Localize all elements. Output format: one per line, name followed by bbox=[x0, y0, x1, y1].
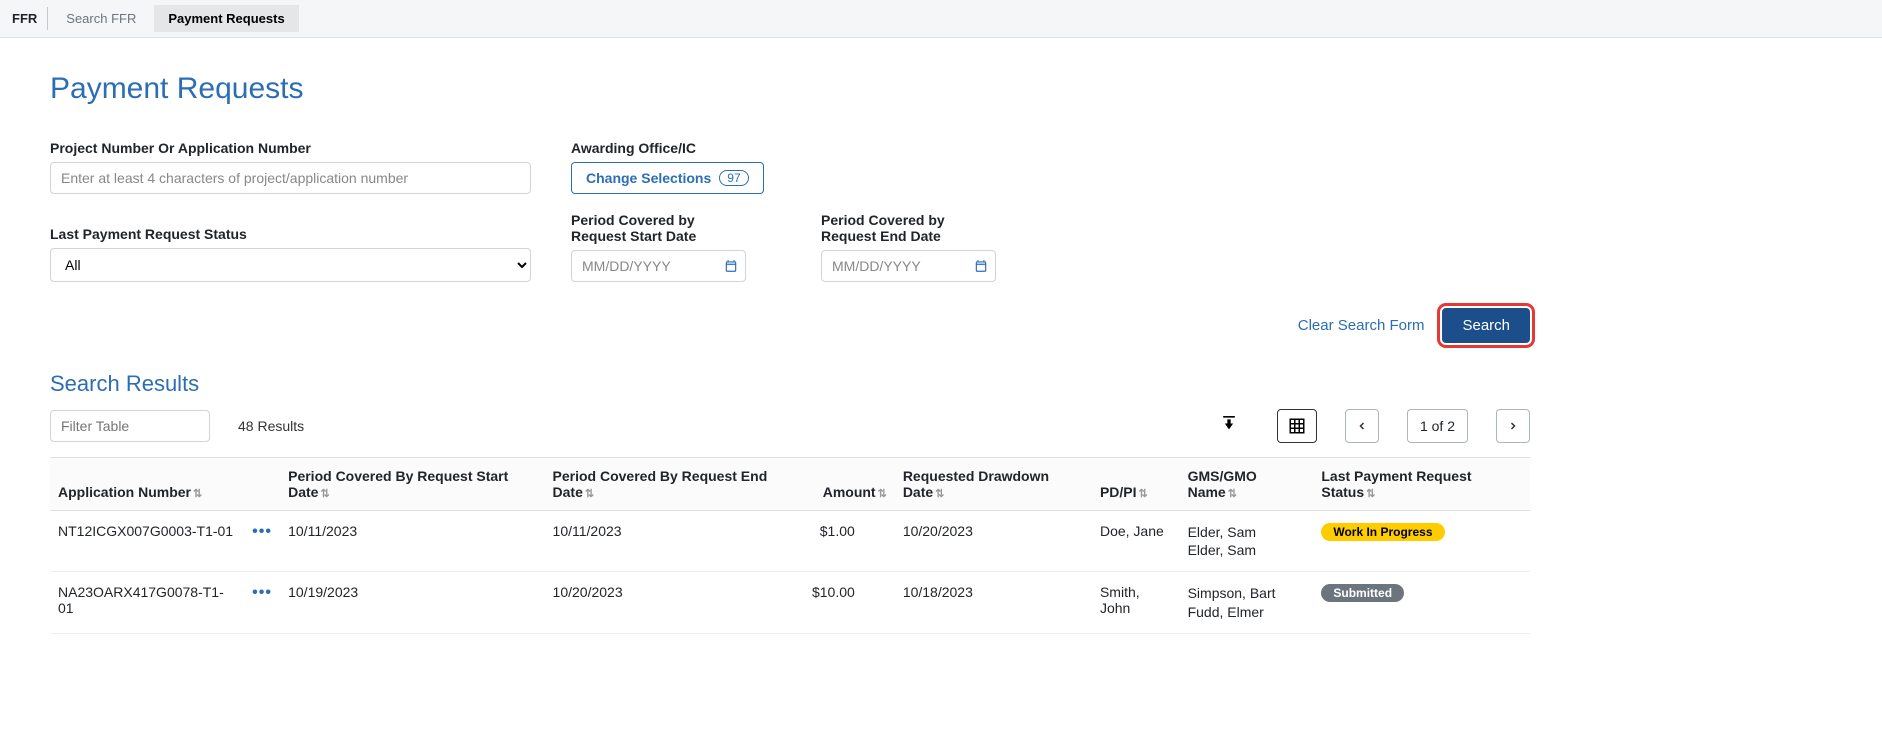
status-badge: Submitted bbox=[1321, 584, 1404, 602]
cell-pdpi: Doe, Jane bbox=[1092, 511, 1180, 572]
table-row: NA23OARX417G0078-T1-01 ••• 10/19/202310/20… bbox=[50, 572, 1530, 633]
chevron-left-icon bbox=[1356, 420, 1368, 432]
prev-page-button[interactable] bbox=[1345, 409, 1379, 443]
col-gms[interactable]: GMS/GMO Name⇅ bbox=[1180, 458, 1314, 511]
grid-icon bbox=[1288, 417, 1306, 435]
sort-icon: ⇅ bbox=[585, 488, 594, 500]
results-table: Application Number⇅ Period Covered By Re… bbox=[50, 457, 1530, 634]
cell-gms: Simpson, BartFudd, Elmer bbox=[1180, 572, 1314, 633]
start-date-label: Period Covered by Request Start Date bbox=[571, 212, 746, 244]
page-title: Payment Requests bbox=[50, 72, 1530, 106]
results-heading: Search Results bbox=[50, 371, 1530, 397]
cell-app-number: NT12ICGX007G0003-T1-01 bbox=[50, 511, 244, 572]
row-actions-button[interactable]: ••• bbox=[252, 523, 272, 540]
next-page-button[interactable] bbox=[1496, 409, 1530, 443]
cell-pdpi: Smith, John bbox=[1092, 572, 1180, 633]
col-app-number[interactable]: Application Number⇅ bbox=[50, 458, 244, 511]
clear-search-link[interactable]: Clear Search Form bbox=[1298, 317, 1425, 334]
grid-view-button[interactable] bbox=[1277, 409, 1317, 443]
cell-gms: Elder, SamElder, Sam bbox=[1180, 511, 1314, 572]
app-name: FFR bbox=[8, 7, 48, 30]
end-date-label: Period Covered by Request End Date bbox=[821, 212, 996, 244]
cell-status: Work In Progress bbox=[1313, 511, 1530, 572]
project-number-label: Project Number Or Application Number bbox=[50, 140, 531, 156]
tab-payment-requests[interactable]: Payment Requests bbox=[154, 5, 298, 32]
top-nav: FFR Search FFR Payment Requests bbox=[0, 0, 1882, 38]
page-indicator: 1 of 2 bbox=[1407, 409, 1468, 443]
cell-amount: $10.00 bbox=[804, 572, 895, 633]
start-date-input[interactable] bbox=[571, 250, 746, 282]
project-number-group: Project Number Or Application Number bbox=[50, 140, 531, 194]
status-group: Last Payment Request Status All bbox=[50, 226, 531, 282]
cell-end-date: 10/11/2023 bbox=[545, 511, 804, 572]
sort-icon: ⇅ bbox=[1366, 488, 1375, 500]
awarding-group: Awarding Office/IC Change Selections 97 bbox=[571, 140, 764, 194]
project-number-input[interactable] bbox=[50, 162, 531, 194]
end-date-input[interactable] bbox=[821, 250, 996, 282]
cell-drawdown: 10/20/2023 bbox=[895, 511, 1092, 572]
awarding-label: Awarding Office/IC bbox=[571, 140, 764, 156]
col-start-date[interactable]: Period Covered By Request Start Date⇅ bbox=[280, 458, 544, 511]
cell-start-date: 10/11/2023 bbox=[280, 511, 544, 572]
change-selections-label: Change Selections bbox=[586, 170, 711, 186]
search-button[interactable]: Search bbox=[1442, 308, 1530, 343]
table-row: NT12ICGX007G0003-T1-01 ••• 10/11/202310/11… bbox=[50, 511, 1530, 572]
end-date-group: Period Covered by Request End Date bbox=[821, 212, 996, 282]
chevron-right-icon bbox=[1507, 420, 1519, 432]
sort-icon: ⇅ bbox=[1139, 488, 1148, 500]
sort-icon: ⇅ bbox=[878, 488, 887, 500]
results-count: 48 Results bbox=[238, 418, 304, 434]
sort-icon: ⇅ bbox=[935, 488, 944, 500]
sort-icon: ⇅ bbox=[1228, 488, 1237, 500]
download-icon bbox=[1219, 416, 1239, 436]
cell-drawdown: 10/18/2023 bbox=[895, 572, 1092, 633]
cell-app-number: NA23OARX417G0078-T1-01 bbox=[50, 572, 244, 633]
col-drawdown[interactable]: Requested Drawdown Date⇅ bbox=[895, 458, 1092, 511]
cell-amount: $1.00 bbox=[804, 511, 895, 572]
col-end-date[interactable]: Period Covered By Request End Date⇅ bbox=[545, 458, 804, 511]
status-select[interactable]: All bbox=[50, 248, 531, 282]
sort-icon: ⇅ bbox=[320, 488, 329, 500]
change-selections-button[interactable]: Change Selections 97 bbox=[571, 162, 764, 194]
status-label: Last Payment Request Status bbox=[50, 226, 531, 242]
col-amount[interactable]: Amount⇅ bbox=[804, 458, 895, 511]
sort-icon: ⇅ bbox=[193, 488, 202, 500]
tab-search-ffr[interactable]: Search FFR bbox=[52, 5, 150, 32]
start-date-group: Period Covered by Request Start Date bbox=[571, 212, 746, 282]
cell-status: Submitted bbox=[1313, 572, 1530, 633]
filter-table-input[interactable] bbox=[50, 410, 210, 442]
row-actions-button[interactable]: ••• bbox=[252, 584, 272, 601]
cell-start-date: 10/19/2023 bbox=[280, 572, 544, 633]
col-status[interactable]: Last Payment Request Status⇅ bbox=[1313, 458, 1530, 511]
selection-count-badge: 97 bbox=[719, 170, 748, 186]
cell-end-date: 10/20/2023 bbox=[545, 572, 804, 633]
status-badge: Work In Progress bbox=[1321, 523, 1444, 541]
download-button[interactable] bbox=[1209, 409, 1249, 443]
col-pdpi[interactable]: PD/PI⇅ bbox=[1092, 458, 1180, 511]
